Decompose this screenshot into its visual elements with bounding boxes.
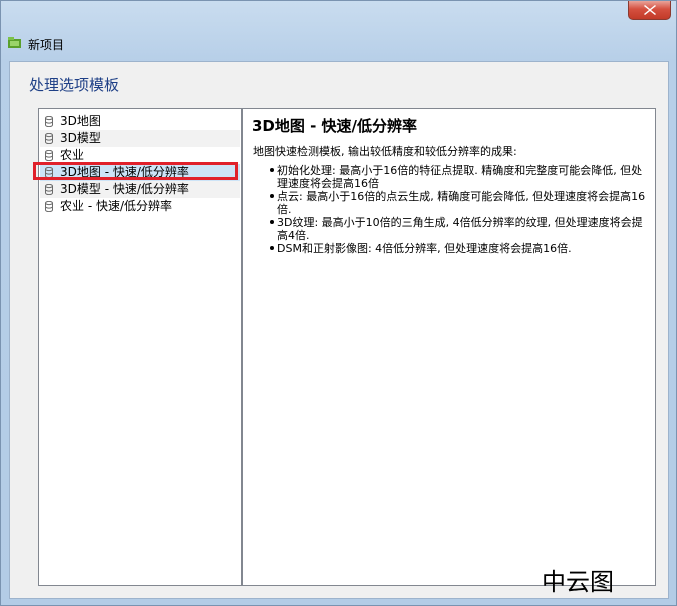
template-list[interactable]: 3D地图 3D模型 农业 3D地图 - 快速/低分辨率 3D模型 - 快速/低分… — [38, 108, 242, 586]
title-bar[interactable]: 新项目 — [1, 1, 676, 61]
database-icon — [45, 201, 53, 212]
list-item[interactable]: 3D模型 - 快速/低分辨率 — [40, 181, 240, 198]
app-icon — [8, 37, 21, 48]
new-project-window: 新项目 处理选项模板 3D地图 3D模型 农业 3D地图 - 快速/低分辨率 3… — [0, 0, 677, 606]
watermark: 中云图 — [542, 568, 614, 596]
bullet-text: DSM和正射影像图: 4倍低分辨率, 但处理速度将会提高16倍. — [277, 242, 572, 255]
bullet-dot-icon — [270, 168, 274, 172]
database-icon — [45, 167, 53, 178]
bullet-text: 3D纹理: 最高小于10倍的三角生成, 4倍低分辨率的纹理, 但处理速度将会提高… — [277, 216, 643, 242]
details-title: 3D地图 - 快速/低分辨率 — [252, 117, 418, 135]
bullet-item: 3D纹理: 最高小于10倍的三角生成, 4倍低分辨率的纹理, 但处理速度将会提高… — [270, 216, 649, 242]
list-item-label: 3D地图 — [60, 114, 101, 128]
list-item[interactable]: 3D地图 — [40, 113, 240, 130]
bullet-dot-icon — [270, 246, 274, 250]
database-icon — [45, 133, 53, 144]
close-icon — [644, 5, 656, 15]
bullet-dot-icon — [270, 194, 274, 198]
template-details-panel: 3D地图 - 快速/低分辨率 地图快速检测模板, 输出较低精度和较低分辨率的成果… — [242, 108, 656, 586]
bullet-item: 初始化处理: 最高小于16倍的特征点提取. 精确度和完整度可能会降低, 但处理速… — [270, 164, 649, 190]
section-heading: 处理选项模板 — [29, 76, 120, 94]
bullet-text: 初始化处理: 最高小于16倍的特征点提取. 精确度和完整度可能会降低, 但处理速… — [277, 164, 643, 190]
bullet-text: 点云: 最高小于16倍的点云生成, 精确度可能会降低, 但处理速度将会提高16倍… — [277, 190, 646, 216]
list-item-selected[interactable]: 3D地图 - 快速/低分辨率 — [40, 164, 240, 181]
dialog-body: 处理选项模板 3D地图 3D模型 农业 3D地图 - 快速/低分辨率 3D模型 … — [9, 61, 669, 599]
list-item-label: 农业 — [60, 148, 85, 162]
list-item-label: 农业 - 快速/低分辨率 — [60, 199, 173, 213]
close-button[interactable] — [628, 1, 671, 20]
database-icon — [45, 184, 53, 195]
bullet-item: DSM和正射影像图: 4倍低分辨率, 但处理速度将会提高16倍. — [270, 242, 649, 255]
list-item[interactable]: 3D模型 — [40, 130, 240, 147]
list-item[interactable]: 农业 - 快速/低分辨率 — [40, 198, 240, 215]
list-item-label: 3D模型 — [60, 131, 101, 145]
database-icon — [45, 150, 53, 161]
bullet-dot-icon — [270, 220, 274, 224]
list-item-label: 3D模型 - 快速/低分辨率 — [60, 182, 189, 196]
list-item[interactable]: 农业 — [40, 147, 240, 164]
bullet-item: 点云: 最高小于16倍的点云生成, 精确度可能会降低, 但处理速度将会提高16倍… — [270, 190, 649, 216]
details-summary: 地图快速检测模板, 输出较低精度和较低分辨率的成果: — [253, 145, 517, 158]
list-item-label: 3D地图 - 快速/低分辨率 — [60, 165, 189, 179]
database-icon — [45, 116, 53, 127]
window-title: 新项目 — [28, 38, 65, 52]
details-bullet-list: 初始化处理: 最高小于16倍的特征点提取. 精确度和完整度可能会降低, 但处理速… — [270, 164, 649, 255]
